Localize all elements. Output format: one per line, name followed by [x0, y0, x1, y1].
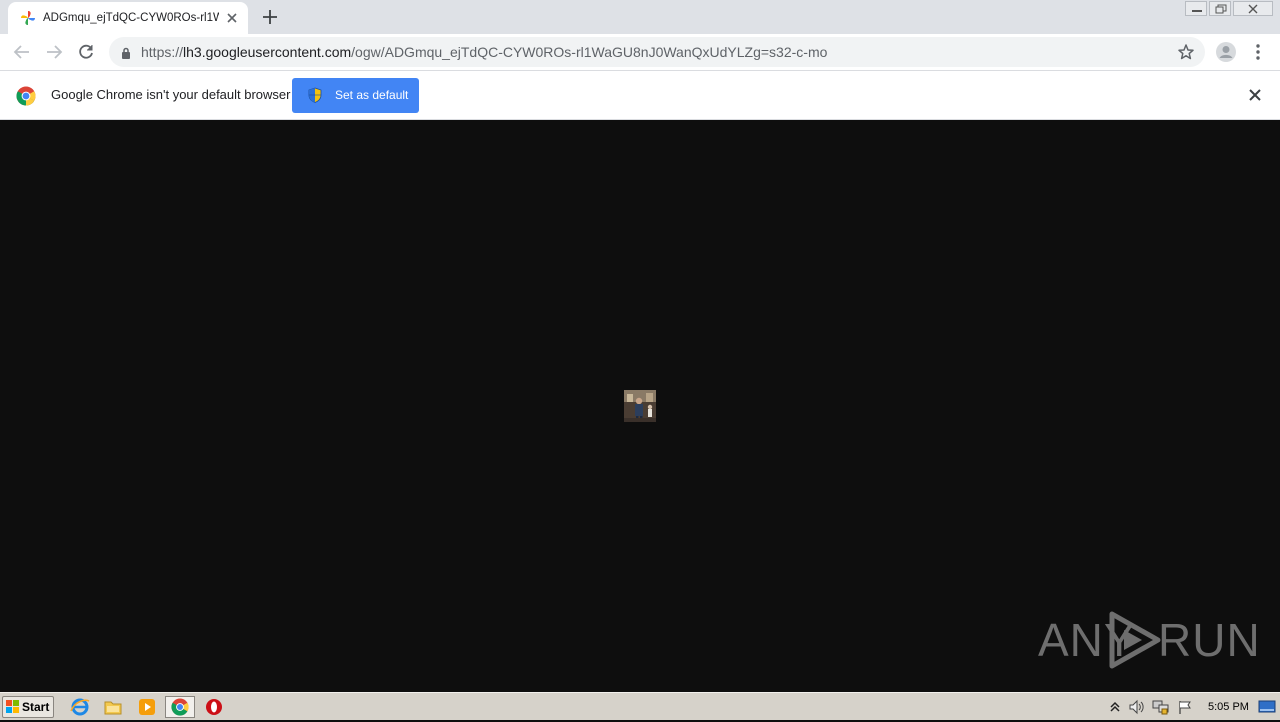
windows-flag-icon: [6, 700, 20, 717]
url-host: lh3.googleusercontent.com: [183, 44, 352, 60]
browser-toolbar: https://lh3.googleusercontent.com/ogw/AD…: [0, 34, 1280, 71]
watermark-text-right: RUN: [1158, 614, 1261, 666]
chrome-icon[interactable]: [165, 696, 195, 718]
infobar-message: Google Chrome isn't your default browser: [51, 87, 291, 102]
windows-taskbar: Start 5:05 PM: [0, 692, 1280, 720]
show-desktop-icon[interactable]: [1258, 700, 1276, 719]
chrome-logo-icon: [16, 86, 36, 111]
media-player-icon[interactable]: [136, 697, 158, 717]
lock-icon[interactable]: [121, 46, 131, 64]
taskbar-clock[interactable]: 5:05 PM: [1208, 700, 1249, 714]
google-photos-icon: [20, 10, 36, 26]
file-explorer-icon[interactable]: [102, 697, 124, 717]
tab-close-icon[interactable]: [224, 10, 240, 26]
opera-icon[interactable]: [203, 697, 225, 717]
set-as-default-label: Set as default: [335, 88, 409, 102]
network-icon[interactable]: [1152, 699, 1170, 720]
uac-shield-icon: [308, 87, 322, 106]
show-hidden-icons-chevron-icon[interactable]: [1108, 699, 1122, 720]
profile-avatar-icon[interactable]: [1215, 41, 1237, 63]
url-text[interactable]: https://lh3.googleusercontent.com/ogw/AD…: [141, 44, 827, 60]
play-logo-icon: [1109, 611, 1161, 669]
minimize-window-button[interactable]: [1185, 1, 1207, 16]
infobar-close-icon[interactable]: [1248, 88, 1262, 107]
forward-arrow-icon[interactable]: [44, 42, 64, 62]
image-viewer-area: ANY RUN: [0, 120, 1280, 692]
tab-title: ADGmqu_ejTdQC-CYW0ROs-rl1WaG: [43, 12, 219, 24]
address-bar[interactable]: https://lh3.googleusercontent.com/ogw/AD…: [109, 37, 1205, 67]
new-tab-plus-icon[interactable]: [259, 6, 281, 28]
internet-explorer-icon[interactable]: [69, 697, 91, 717]
url-scheme: https://: [141, 44, 184, 60]
tab-strip: ADGmqu_ejTdQC-CYW0ROs-rl1WaG: [0, 0, 1280, 34]
default-browser-infobar: Google Chrome isn't your default browser…: [0, 71, 1280, 120]
profile-photo-thumbnail[interactable]: [624, 390, 656, 422]
set-as-default-button[interactable]: Set as default: [292, 78, 419, 113]
restore-window-button[interactable]: [1209, 1, 1231, 16]
speaker-volume-icon[interactable]: [1128, 699, 1146, 720]
reload-icon[interactable]: [76, 42, 96, 62]
url-path: /ogw/ADGmqu_ejTdQC-CYW0ROs-rl1WaGU8nJ0Wa…: [351, 44, 828, 60]
start-label: Start: [22, 700, 50, 714]
back-arrow-icon[interactable]: [12, 42, 32, 62]
system-tray: 5:05 PM: [1104, 695, 1280, 719]
close-window-button[interactable]: [1233, 1, 1273, 16]
action-center-flag-icon[interactable]: [1176, 699, 1194, 720]
browser-tab[interactable]: ADGmqu_ejTdQC-CYW0ROs-rl1WaG: [8, 2, 248, 34]
start-button[interactable]: Start: [2, 696, 54, 718]
kebab-menu-icon[interactable]: [1251, 42, 1265, 62]
bookmark-star-icon[interactable]: [1177, 43, 1195, 66]
anyrun-watermark: ANY RUN: [1038, 608, 1260, 672]
